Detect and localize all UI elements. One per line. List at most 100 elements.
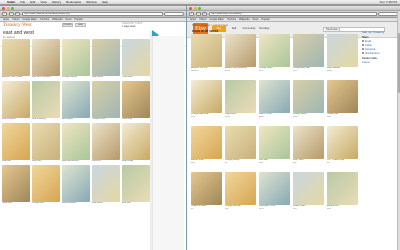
checkbox-icon[interactable] (362, 52, 364, 55)
menu-view[interactable]: View (40, 0, 46, 4)
listing-shop[interactable]: foldz (327, 116, 358, 119)
treasury-item[interactable]: Map ornament (2, 81, 30, 121)
bookmark-item[interactable]: Popular (262, 18, 270, 21)
back-icon[interactable]: ‹ (2, 12, 7, 16)
bookmark-item[interactable]: Wikipedia (239, 18, 249, 21)
share-link[interactable]: Twitter (365, 44, 372, 47)
share-option-facebook[interactable]: Facebook (362, 48, 398, 51)
listing-card[interactable]: Antique Print 1907 Rebecca (191, 34, 222, 76)
breadcrumb[interactable]: Home > Treasury > east and west (192, 24, 228, 27)
bookmark-item[interactable]: Yahoo! (199, 18, 206, 21)
listing-thumbnail[interactable] (259, 80, 290, 113)
listing-card[interactable]: Antique print map (327, 172, 358, 214)
listing-shop[interactable]: tok (327, 162, 358, 165)
treasury-item[interactable]: Globe print (2, 165, 30, 205)
bookmark-item[interactable]: Apple (3, 18, 9, 21)
minimize-icon[interactable] (6, 6, 10, 10)
listing-shop[interactable]: ori (191, 208, 222, 211)
listing-card[interactable]: Vintage pad map nest (225, 172, 256, 214)
listing-thumbnail[interactable] (225, 172, 256, 205)
item-thumbnail[interactable] (2, 123, 30, 160)
curator-link[interactable]: Joanne (362, 61, 398, 64)
listing-card[interactable]: East Map retro (259, 126, 290, 168)
zoom-icon[interactable] (11, 6, 14, 10)
nav-community[interactable]: Community (242, 26, 256, 32)
zoom-icon[interactable] (198, 6, 201, 10)
treasury-item[interactable]: Atlas pages (62, 81, 90, 121)
listing-card[interactable]: Antique Map Bookmark aloha (225, 34, 256, 76)
listing-thumbnail[interactable] (327, 80, 358, 113)
bookmark-item[interactable]: News (66, 18, 72, 21)
listing-thumbnail[interactable] (327, 172, 358, 205)
reload-icon[interactable]: ↻ (202, 12, 207, 16)
item-thumbnail[interactable] (92, 165, 120, 202)
treasury-item[interactable]: Antique Prints & Maps (2, 39, 30, 79)
listing-thumbnail[interactable] (327, 34, 358, 67)
listing-thumbnail[interactable] (293, 172, 324, 205)
back-icon[interactable]: ‹ (189, 12, 194, 16)
listing-thumbnail[interactable] (259, 172, 290, 205)
listing-card[interactable]: Origami star foldz (327, 80, 358, 122)
listing-thumbnail[interactable] (293, 34, 324, 67)
item-thumbnail[interactable] (92, 81, 120, 118)
treasury-item[interactable]: Map drawer (92, 165, 120, 205)
listing-thumbnail[interactable] (225, 80, 256, 113)
listing-shop[interactable]: map (327, 208, 358, 211)
treasury-item[interactable]: Map card (32, 123, 60, 163)
treasury-item[interactable]: Map journal (92, 39, 120, 79)
checkbox-icon[interactable] (362, 40, 364, 43)
forward-icon[interactable]: › (8, 12, 14, 16)
listing-card[interactable]: Vintage Atlas Map nost (293, 34, 324, 76)
listing-thumbnail[interactable] (191, 34, 222, 67)
listing-card[interactable]: Origami in Paper ori (191, 172, 222, 214)
listing-card[interactable]: Vintage Japan... paper (293, 80, 324, 122)
item-thumbnail[interactable] (62, 81, 90, 118)
share-link[interactable]: StumbleUpon (365, 52, 380, 55)
listing-card[interactable]: Map notebook paper (327, 34, 358, 76)
checkbox-icon[interactable] (362, 48, 364, 51)
menu-help[interactable]: Help (102, 0, 108, 4)
close-icon[interactable] (189, 6, 192, 10)
listing-shop[interactable]: paper (293, 116, 324, 119)
listing-shop[interactable]: retro (191, 116, 222, 119)
listing-shop[interactable]: globe (259, 116, 290, 119)
address-bar[interactable]: http://www.etsy.com/treasury/... (208, 12, 377, 16)
treasury-item[interactable]: Travel book (122, 39, 150, 79)
listing-shop[interactable]: mmm (225, 116, 256, 119)
treasury-item[interactable]: East West Compass (32, 39, 60, 79)
listing-card[interactable]: Vintage journey atl (225, 126, 256, 168)
item-thumbnail[interactable] (62, 123, 90, 160)
share-link[interactable]: Email (365, 40, 371, 43)
bookmark-item[interactable]: Google Maps (23, 18, 37, 21)
menu-edit[interactable]: Edit (30, 0, 35, 4)
treasury-item[interactable]: World map (122, 81, 150, 121)
treasury-item[interactable]: East map (122, 165, 150, 205)
menu-history[interactable]: History (52, 0, 61, 4)
listing-card[interactable]: Map Cubes pap (293, 126, 324, 168)
listing-shop[interactable]: map (191, 162, 222, 165)
preview-button[interactable]: preview (62, 23, 73, 27)
listing-card[interactable]: Vintage paper map retro (191, 80, 222, 122)
menu-bookmarks[interactable]: Bookmarks (66, 0, 81, 4)
share-link[interactable]: Facebook (365, 48, 376, 51)
item-thumbnail[interactable] (92, 39, 120, 76)
bookmark-item[interactable]: Google Maps (210, 18, 224, 21)
listing-card[interactable]: 1917 Camera Map tok (327, 126, 358, 168)
listing-shop[interactable]: paper (327, 70, 358, 73)
item-thumbnail[interactable] (32, 165, 60, 202)
item-thumbnail[interactable] (32, 39, 60, 76)
item-thumbnail[interactable] (122, 81, 150, 118)
bookmark-item[interactable]: Popular (75, 18, 83, 21)
listing-thumbnail[interactable] (191, 126, 222, 159)
bookmark-item[interactable]: Apple (190, 18, 196, 21)
search-scope-select[interactable]: Handmade (325, 28, 340, 31)
listing-shop[interactable]: craft (259, 70, 290, 73)
listing-shop[interactable]: pap (293, 162, 324, 165)
item-thumbnail[interactable] (122, 39, 150, 76)
item-thumbnail[interactable] (62, 165, 90, 202)
item-thumbnail[interactable] (92, 123, 120, 160)
bookmark-item[interactable]: News (253, 18, 259, 21)
treasury-item[interactable]: Vintage atlas (32, 165, 60, 205)
bookmark-item[interactable]: Wikipedia (52, 18, 62, 21)
treasury-logo[interactable]: Treasury West (3, 23, 32, 28)
